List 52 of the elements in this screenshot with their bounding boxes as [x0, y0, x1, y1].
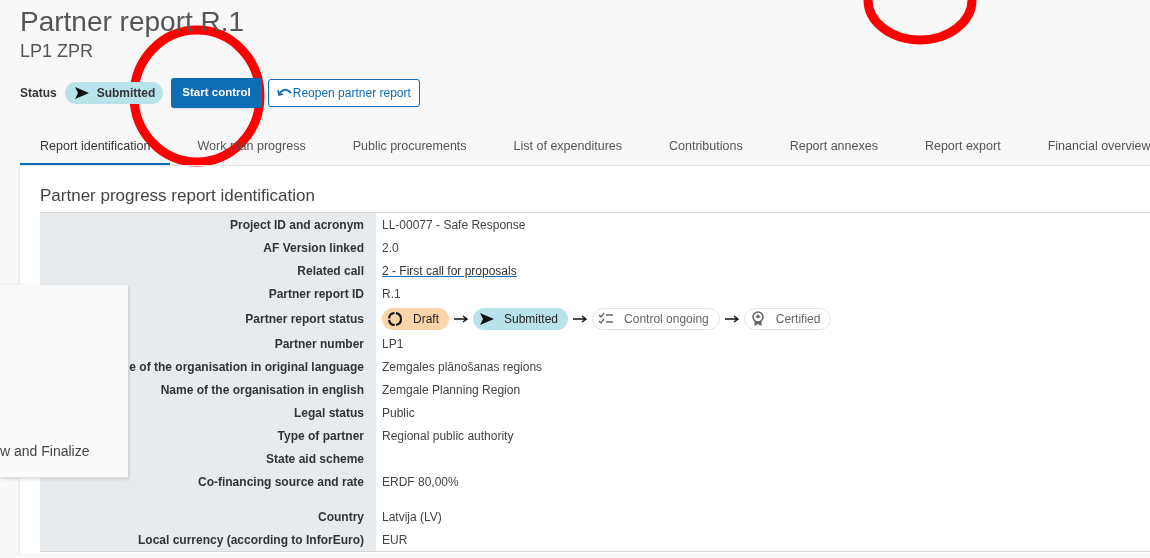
send-icon: [72, 85, 89, 101]
field-label: Type of partner: [277, 427, 364, 445]
field-value: EUR: [382, 531, 408, 549]
field-value: LP1: [382, 335, 404, 353]
field-value: Zemgales plānošanas regions: [382, 358, 543, 376]
arrow-icon: [724, 314, 739, 323]
arrow-icon: [573, 314, 588, 323]
arrow-icon: [454, 314, 468, 323]
reopen-button[interactable]: Reopen partner report: [267, 79, 420, 107]
status-chip: Control ongoing: [592, 307, 720, 330]
status-chip: Certified: [743, 307, 832, 330]
menu-item-text[interactable]: w and Finalize: [0, 443, 90, 459]
field-label: Legal status: [293, 404, 364, 422]
tab[interactable]: Financial overview: [1027, 129, 1150, 165]
tab[interactable]: Report annexes: [769, 129, 898, 165]
tab[interactable]: Report export: [904, 129, 1021, 165]
field-label: Name of the organisation in english: [160, 381, 364, 399]
tab[interactable]: List of expenditures: [493, 129, 642, 165]
page-subtitle: LP1 ZPR: [20, 40, 95, 63]
field-label: AF Version linked: [263, 239, 364, 257]
field-label: State aid scheme: [265, 450, 364, 468]
field-label: Project ID and acronym: [229, 216, 364, 234]
field-value: 2.0: [382, 239, 399, 257]
field-label: Partner number: [274, 335, 364, 353]
checklist-icon: [598, 310, 615, 327]
field-label: e of the organisation in original language: [129, 358, 364, 376]
field-label: Related call: [297, 262, 364, 280]
tab[interactable]: Public procurements: [332, 129, 487, 165]
status-chip: Submitted: [473, 307, 569, 330]
call-link[interactable]: 2 - First call for proposals: [382, 261, 517, 280]
field-label: Partner report ID: [268, 285, 364, 303]
tab[interactable]: Contributions: [649, 129, 763, 165]
status-label: Status: [20, 85, 57, 102]
field-value: ERDF 80,00%: [382, 473, 459, 491]
field-value: LL-00077 - Safe Response: [382, 216, 526, 234]
status-chip: Draft: [382, 307, 449, 330]
section-title: Partner progress report identification: [40, 185, 316, 207]
award-icon: [749, 310, 766, 327]
dashed-circle-icon: [387, 310, 403, 327]
status-badge: Submitted: [64, 82, 164, 104]
field-value: Regional public authority: [382, 427, 514, 445]
page-title: Partner report R.1: [20, 6, 245, 38]
field-value: R.1: [382, 285, 401, 303]
field-value: Latvija (LV): [382, 508, 442, 526]
field-label: Partner report status: [245, 310, 364, 328]
send-icon: [478, 310, 494, 327]
field-label: Country: [318, 508, 364, 526]
start-control-button[interactable]: Start control: [171, 78, 262, 108]
field-label: Local currency (according to InforEuro): [137, 531, 364, 549]
field-value: Zemgale Planning Region: [382, 381, 521, 399]
field-value: Public: [382, 404, 415, 422]
field-label: Co-financing source and rate: [197, 473, 364, 491]
